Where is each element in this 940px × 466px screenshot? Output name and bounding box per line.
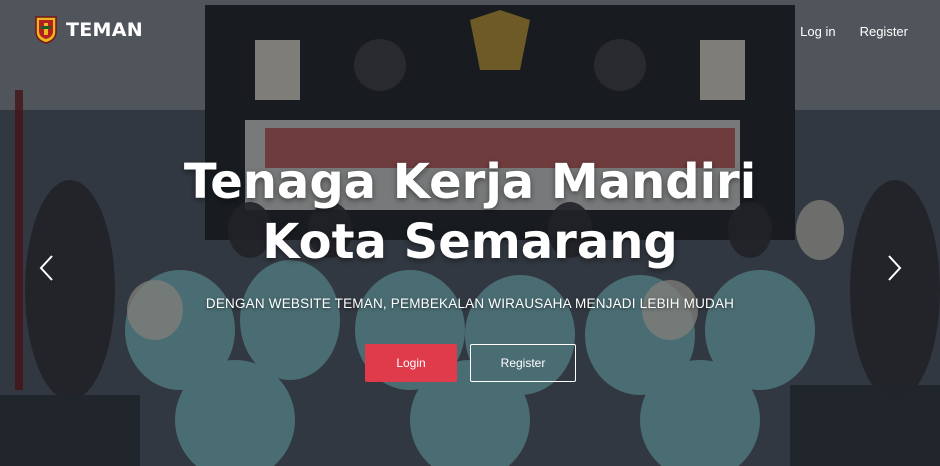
- register-button[interactable]: Register: [470, 344, 576, 382]
- hero-subtitle: DENGAN WEBSITE TEMAN, PEMBEKALAN WIRAUSA…: [205, 296, 735, 311]
- brand[interactable]: TEMAN: [34, 16, 143, 44]
- hero-title-line-1: Tenaga Kerja Mandiri: [183, 154, 757, 210]
- top-navbar: TEMAN Log in Register: [0, 0, 940, 62]
- city-emblem-icon: [35, 16, 57, 44]
- nav-login-link[interactable]: Log in: [800, 24, 835, 39]
- hero-title-line-2: Kota Semarang: [262, 214, 678, 270]
- hero-title: Tenaga Kerja Mandiri Kota Semarang: [0, 152, 940, 272]
- nav-register-link[interactable]: Register: [860, 24, 908, 39]
- brand-name: TEMAN: [66, 19, 143, 41]
- nav-links: Log in Register: [800, 24, 908, 39]
- login-button[interactable]: Login: [365, 344, 457, 382]
- hero-banner: TEMAN Log in Register Tenaga Kerja Mandi…: [0, 0, 940, 466]
